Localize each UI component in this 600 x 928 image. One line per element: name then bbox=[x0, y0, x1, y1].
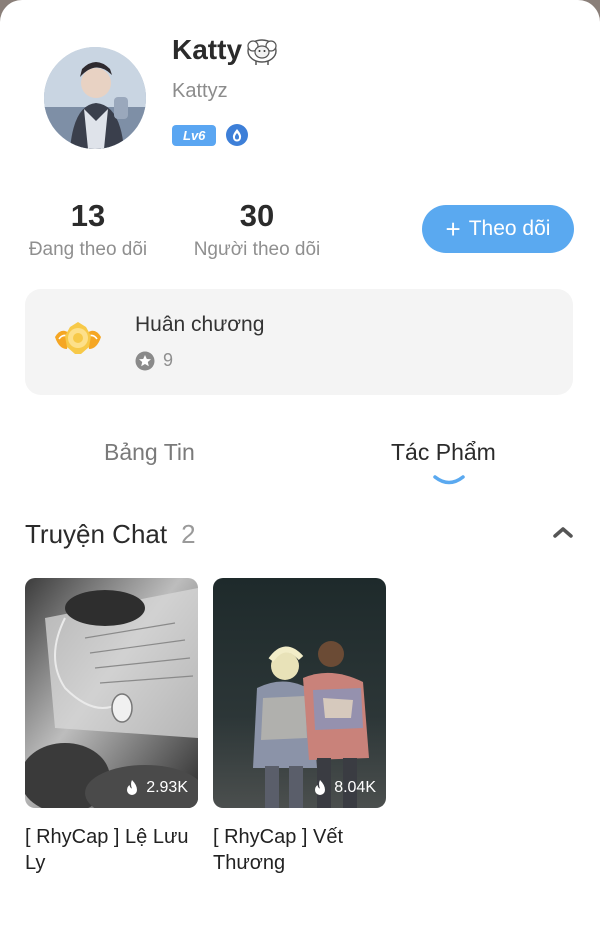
story-cover-image bbox=[213, 578, 386, 808]
active-tab-indicator bbox=[433, 475, 465, 485]
view-count-value: 8.04K bbox=[334, 779, 376, 796]
story-card[interactable]: 2.93K [ RhyCap ] Lệ Lưu Ly bbox=[25, 578, 198, 876]
follow-button[interactable]: + Theo dõi bbox=[422, 205, 574, 253]
followers-count: 30 bbox=[239, 198, 275, 233]
medal-title: Huân chương bbox=[135, 313, 265, 336]
followers-stat[interactable]: 30 Người theo dõi bbox=[188, 197, 326, 261]
medal-count: 9 bbox=[135, 350, 173, 371]
medal-count-value: 9 bbox=[163, 350, 174, 370]
story-cover: 8.04K bbox=[213, 578, 386, 808]
avatar-photo bbox=[44, 47, 146, 149]
name-row: Katty bbox=[172, 34, 280, 66]
story-card[interactable]: 8.04K [ RhyCap ] Vết Thương bbox=[213, 578, 386, 876]
following-label: Đang theo dõi bbox=[28, 239, 148, 260]
username: Kattyz bbox=[172, 80, 228, 102]
display-name: Katty bbox=[172, 34, 243, 65]
story-title: [ RhyCap ] Lệ Lưu Ly bbox=[25, 826, 189, 874]
followers-label: Người theo dõi bbox=[193, 239, 321, 260]
section-title: Truyện Chat bbox=[25, 519, 168, 549]
section-header: Truyện Chat 2 bbox=[25, 519, 196, 550]
story-cover-image bbox=[25, 578, 198, 808]
view-count-value: 2.93K bbox=[146, 779, 188, 796]
avatar[interactable] bbox=[44, 47, 146, 149]
level-badge[interactable]: Lv6 bbox=[172, 124, 217, 146]
following-stat[interactable]: 13 Đang theo dõi bbox=[24, 197, 152, 261]
star-icon bbox=[135, 351, 155, 370]
medal-icon bbox=[55, 322, 101, 354]
view-count: 8.04K bbox=[312, 779, 376, 797]
medal-card[interactable]: Huân chương 9 bbox=[25, 289, 573, 395]
story-cover: 2.93K bbox=[25, 578, 198, 808]
profile-sheet: Katty Kattyz Lv6 13 Đang theo dõi 30 Ngư… bbox=[0, 0, 600, 928]
story-title: [ RhyCap ] Vết Thương bbox=[213, 826, 344, 874]
view-count: 2.93K bbox=[124, 779, 188, 797]
fire-icon bbox=[315, 780, 326, 795]
chevron-up-icon[interactable] bbox=[552, 524, 574, 540]
drop-icon bbox=[233, 129, 242, 142]
following-count: 13 bbox=[70, 198, 106, 233]
badges: Lv6 bbox=[172, 124, 249, 146]
fire-icon bbox=[127, 780, 138, 795]
tab-works[interactable]: Tác Phẩm bbox=[391, 439, 496, 466]
sheep-icon bbox=[247, 39, 277, 65]
drop-badge-icon[interactable] bbox=[226, 124, 249, 146]
follow-button-label: Theo dõi bbox=[468, 217, 551, 240]
tab-news[interactable]: Bảng Tin bbox=[104, 439, 195, 466]
plus-icon: + bbox=[445, 214, 461, 244]
section-count: 2 bbox=[181, 519, 196, 549]
